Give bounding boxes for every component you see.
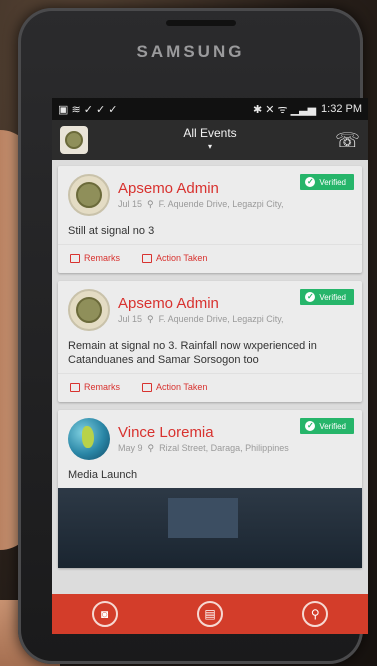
checkbox-icon — [142, 382, 153, 392]
post-location: F. Aquende Drive, Legazpi City, — [158, 199, 284, 209]
comment-icon — [70, 382, 80, 392]
status-bar: ▣ ≋ ✓ ✓ ✓ ✱ ✕ ᯤ ▁▃▅ 1:32 PM — [52, 98, 368, 120]
verified-badge: ✓ Verified — [300, 418, 354, 434]
post-body: Vince Loremia May 9 ⚲ Rizal Street, Dara… — [58, 410, 362, 488]
remarks-label: Remarks — [84, 253, 121, 263]
post-actions: Remarks Action Taken — [58, 373, 362, 402]
post-media-image[interactable] — [58, 488, 362, 568]
location-pin-icon: ⚲ — [145, 443, 157, 453]
remarks-button[interactable]: Remarks — [70, 253, 120, 263]
post-location: Rizal Street, Daraga, Philippines — [159, 443, 289, 453]
post-message: Still at signal no 3 — [68, 225, 155, 237]
verified-label: Verified — [319, 421, 346, 431]
check-circle-icon: ✓ — [305, 292, 316, 302]
checkbox-icon — [142, 253, 153, 263]
speaker-grille — [166, 20, 236, 26]
post-date: Jul 15 — [118, 199, 143, 209]
phone-body: SAMSUNG ▣ ≋ ✓ ✓ ✓ ✱ ✕ ᯤ ▁▃▅ 1:32 PM All … — [18, 8, 368, 664]
verified-badge: ✓ Verified — [300, 289, 354, 305]
seal-icon — [76, 297, 102, 323]
post-meta: Jul 15 ⚲ F. Aquende Drive, Legazpi City, — [118, 314, 352, 325]
media-banner — [168, 498, 238, 538]
post-message: Media Launch — [68, 469, 138, 481]
page-title[interactable]: All Events — [52, 126, 368, 140]
post-body: Apsemo Admin Jul 15 ⚲ F. Aquende Drive, … — [58, 281, 362, 373]
notification-icons: ▣ ≋ ✓ ✓ ✓ — [58, 103, 118, 116]
signal-icons: ✱ ✕ ᯤ ▁▃▅ — [253, 103, 317, 116]
app-bar: All Events ▾ ☏ — [52, 120, 368, 160]
document-icon[interactable]: ▤ — [196, 601, 223, 627]
avatar[interactable] — [68, 289, 110, 331]
post-meta: Jul 15 ⚲ F. Aquende Drive, Legazpi City, — [118, 199, 352, 210]
location-pin-icon: ⚲ — [144, 314, 157, 324]
camera-icon[interactable]: ◙ — [91, 601, 118, 627]
phone-brand: SAMSUNG — [136, 42, 245, 61]
action-taken-button[interactable]: Action Taken — [142, 253, 207, 263]
seal-icon — [76, 182, 102, 208]
phone-screen: ▣ ≋ ✓ ✓ ✓ ✱ ✕ ᯤ ▁▃▅ 1:32 PM All Events ▾… — [52, 98, 368, 634]
avatar[interactable] — [68, 418, 110, 460]
check-circle-icon: ✓ — [305, 421, 316, 431]
remarks-label: Remarks — [84, 382, 121, 392]
post-body: Apsemo Admin Jul 15 ⚲ F. Aquende Drive, … — [58, 166, 362, 244]
verified-label: Verified — [319, 177, 346, 187]
status-icons: ✱ ✕ ᯤ ▁▃▅ 1:32 PM — [253, 102, 362, 117]
post-card[interactable]: Apsemo Admin Jul 15 ⚲ F. Aquende Drive, … — [58, 166, 362, 273]
map-pin-icon[interactable]: ⚲ — [302, 601, 329, 627]
avatar[interactable] — [68, 174, 110, 216]
remarks-button[interactable]: Remarks — [70, 382, 120, 392]
bottom-nav: ◙ ▤ ⚲ — [52, 594, 368, 634]
post-actions: Remarks Action Taken — [58, 244, 362, 273]
location-pin-icon: ⚲ — [144, 199, 157, 209]
post-date: Jul 15 — [118, 314, 143, 324]
comment-icon — [70, 253, 80, 263]
post-date: May 9 — [118, 443, 143, 453]
post-location: F. Aquende Drive, Legazpi City, — [158, 314, 284, 324]
action-taken-label: Action Taken — [156, 253, 208, 263]
post-meta: May 9 ⚲ Rizal Street, Daraga, Philippine… — [118, 443, 352, 454]
post-card[interactable]: Vince Loremia May 9 ⚲ Rizal Street, Dara… — [58, 410, 362, 568]
post-message: Remain at signal no 3. Rainfall now wxpe… — [68, 340, 317, 366]
verified-label: Verified — [319, 292, 346, 302]
action-taken-label: Action Taken — [156, 382, 208, 392]
check-circle-icon: ✓ — [305, 177, 316, 187]
chevron-down-icon[interactable]: ▾ — [52, 142, 368, 151]
status-time: 1:32 PM — [321, 103, 362, 115]
event-feed: Apsemo Admin Jul 15 ⚲ F. Aquende Drive, … — [52, 160, 368, 568]
post-card[interactable]: Apsemo Admin Jul 15 ⚲ F. Aquende Drive, … — [58, 281, 362, 402]
action-taken-button[interactable]: Action Taken — [142, 382, 207, 392]
verified-badge: ✓ Verified — [300, 174, 354, 190]
